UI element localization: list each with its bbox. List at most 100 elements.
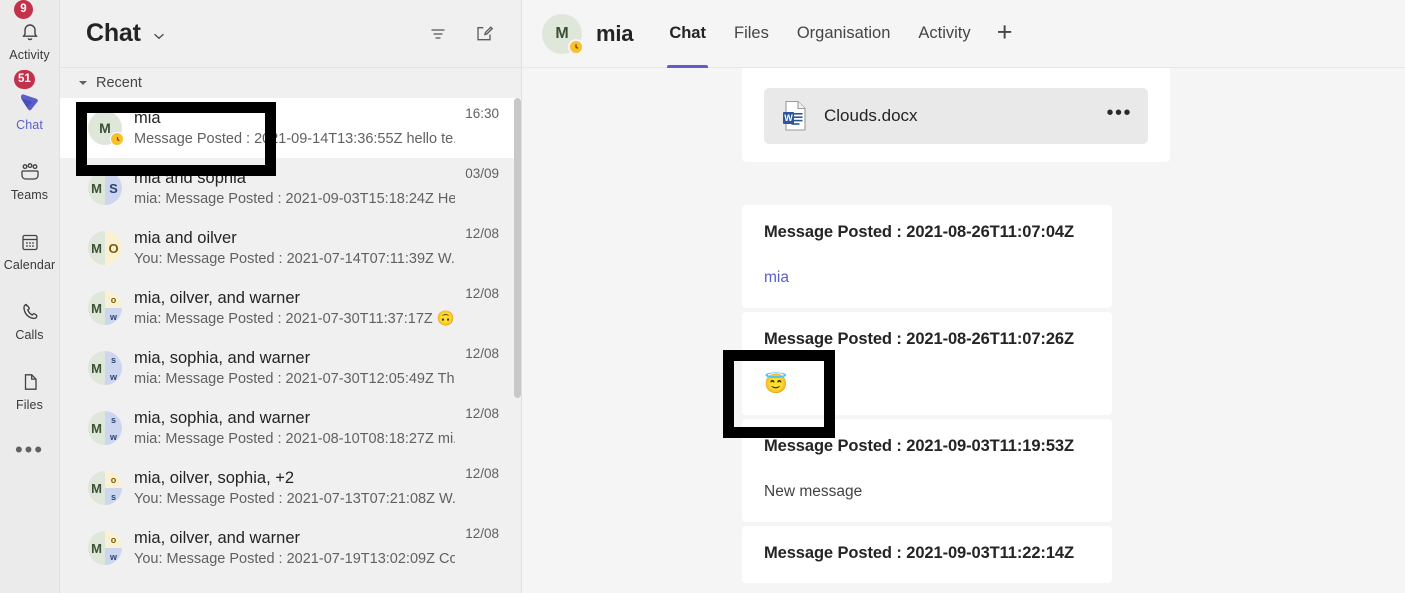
chat-item-name: mia, sophia, and warner	[134, 408, 311, 427]
avatar-initial: s	[105, 488, 122, 505]
message-timestamp: Message Posted : 2021-09-03T11:19:53Z	[764, 437, 1074, 455]
rail-item-calls[interactable]: Calls	[0, 284, 59, 354]
chat-item-preview: You: Message Posted : 2021-07-13T07:21:0…	[134, 490, 456, 507]
avatar: M o w	[88, 531, 122, 565]
message-timestamp: Message Posted : 2021-08-26T11:07:26Z	[764, 330, 1074, 348]
rail-label-files: Files	[16, 397, 43, 412]
new-chat-icon[interactable]	[471, 21, 497, 47]
avatar-initial: w	[105, 308, 122, 325]
conversation-panel: M mia Chat Files Organisation Activity +	[522, 0, 1405, 593]
recent-group-header[interactable]: Recent	[60, 68, 521, 98]
message-text: New message	[764, 483, 863, 500]
presence-away-icon	[110, 132, 124, 146]
message-timestamp: Message Posted : 2021-08-26T11:07:04Z	[764, 223, 1074, 241]
avatar: M	[542, 13, 584, 55]
avatar-initial: M	[88, 171, 105, 205]
message-card-attachment: W Clouds.docx •••	[742, 68, 1170, 162]
avatar-initial: O	[105, 231, 122, 265]
avatar-initial: w	[105, 548, 122, 565]
rail-item-teams[interactable]: Teams	[0, 144, 59, 214]
message-card-2: Message Posted : 2021-08-26T11:07:26Z 😇	[742, 312, 1112, 415]
chat-item-preview: You: Message Posted : 2021-07-19T13:02:0…	[134, 550, 456, 567]
chat-list-header: Chat	[60, 0, 521, 68]
avatar-initial: M	[88, 411, 105, 445]
chat-item-time: 12/08	[465, 286, 499, 301]
svg-text:W: W	[784, 113, 793, 123]
teams-icon	[15, 157, 45, 187]
chat-item-time: 12/08	[465, 406, 499, 421]
chat-item-preview: mia: Message Posted : 2021-07-30T12:05:4…	[134, 370, 456, 387]
caret-down-icon	[78, 78, 88, 88]
chat-item-name: mia, oilver, and warner	[134, 288, 300, 307]
conversation-header: M mia Chat Files Organisation Activity +	[522, 0, 1405, 68]
app-rail: 9 Activity 51 Chat Teams Calendar Calls …	[0, 0, 60, 593]
chat-list-item-mia-and-oilver[interactable]: M O mia and oilver You: Message Posted :…	[60, 218, 521, 278]
message-timestamp-clipped	[764, 68, 1148, 78]
message-mention-mia[interactable]: mia	[764, 268, 1090, 288]
avatar-initial: M	[88, 351, 105, 385]
chat-item-name: mia	[134, 108, 161, 127]
attachment-clouds-docx[interactable]: W Clouds.docx •••	[764, 88, 1148, 144]
avatar-initial: M	[88, 471, 105, 505]
filter-icon[interactable]	[425, 21, 451, 47]
tab-chat[interactable]: Chat	[655, 0, 720, 68]
attachment-more-options-button[interactable]: •••	[1106, 103, 1134, 123]
tab-organisation[interactable]: Organisation	[783, 0, 905, 68]
chat-list-item-mia-oilver-warner[interactable]: M o w mia, oilver, and warner mia: Messa…	[60, 278, 521, 338]
chat-item-preview: mia: Message Posted : 2021-07-30T11:37:1…	[134, 310, 455, 327]
add-tab-button[interactable]: +	[985, 0, 1025, 68]
page-title: Chat	[86, 19, 141, 47]
chat-item-name: mia, sophia, and warner	[134, 348, 311, 367]
chat-item-time: 03/09	[465, 166, 499, 181]
chat-list-item-mia-oilver-warner-2[interactable]: M o w mia, oilver, and warner You: Messa…	[60, 518, 521, 578]
tab-files[interactable]: Files	[720, 0, 783, 68]
avatar: M o w	[88, 291, 122, 325]
chat-list-scrollbar[interactable]	[514, 98, 521, 398]
chat-item-preview: Message Posted : 2021-09-14T13:36:55Z he…	[134, 130, 456, 147]
chat-item-preview: mia: Message Posted : 2021-08-10T08:18:2…	[134, 430, 456, 447]
chat-list-item-mia-and-sophia[interactable]: M S mia and sophia mia: Message Posted :…	[60, 158, 521, 218]
chat-list-item-mia-oilver-sophia-plus2[interactable]: M o s mia, oilver, sophia, +2 You: Messa…	[60, 458, 521, 518]
chat-item-name: mia, oilver, sophia, +2	[134, 468, 295, 487]
chat-list-item-mia[interactable]: M mia Message Posted : 2021-09-14T13:36:…	[60, 98, 521, 158]
message-card-3: Message Posted : 2021-09-03T11:19:53Z Ne…	[742, 419, 1112, 522]
avatar-initial: o	[105, 531, 122, 548]
chat-icon	[15, 87, 45, 117]
message-card-4: Message Posted : 2021-09-03T11:22:14Z	[742, 526, 1112, 583]
avatar: M O	[88, 231, 122, 265]
chat-list: M mia Message Posted : 2021-09-14T13:36:…	[60, 98, 521, 593]
teams-window: 9 Activity 51 Chat Teams Calendar Calls …	[0, 0, 1405, 593]
rail-label-teams: Teams	[10, 187, 49, 202]
chat-item-name: mia and sophia	[134, 168, 246, 187]
chevron-down-icon[interactable]	[151, 24, 167, 44]
chat-list-panel: Chat Recent M mia Message Posted: 2021-…	[60, 0, 522, 593]
avatar: M S	[88, 171, 122, 205]
avatar-initial: o	[105, 471, 122, 488]
chat-list-item-mia-sophia-warner-1[interactable]: M s w mia, sophia, and warner mia: Messa…	[60, 338, 521, 398]
rail-item-files[interactable]: Files	[0, 354, 59, 424]
avatar: M s w	[88, 411, 122, 445]
avatar: M	[88, 111, 124, 146]
chat-item-preview: You: Message Posted : 2021-07-14T07:11:3…	[134, 250, 456, 267]
rail-item-calendar[interactable]: Calendar	[0, 214, 59, 284]
attachment-file-name: Clouds.docx	[824, 106, 918, 125]
chat-list-item-mia-sophia-warner-2[interactable]: M s w mia, sophia, and warner mia: Messa…	[60, 398, 521, 458]
avatar: M s w	[88, 351, 122, 385]
avatar-initial: w	[105, 428, 122, 445]
rail-label-activity: Activity	[9, 47, 50, 62]
avatar-initial: M	[88, 291, 105, 325]
message-thread: W Clouds.docx ••• Message Posted : 2021-…	[522, 68, 1405, 593]
conversation-title: mia	[596, 20, 634, 46]
avatar-initial: M	[88, 531, 105, 565]
presence-away-icon	[568, 38, 584, 55]
rail-item-chat[interactable]: 51 Chat	[0, 70, 59, 144]
rail-more-button[interactable]: •••	[0, 424, 59, 484]
rail-item-activity[interactable]: 9 Activity	[0, 0, 59, 74]
message-emoji-angel: 😇	[764, 374, 788, 395]
tab-activity[interactable]: Activity	[904, 0, 984, 68]
avatar-initial: S	[105, 171, 122, 205]
calendar-icon	[15, 227, 45, 257]
chat-item-name: mia, oilver, and warner	[134, 528, 300, 547]
rail-label-calls: Calls	[15, 327, 44, 342]
message-timestamp: Message Posted : 2021-09-03T11:22:14Z	[764, 544, 1074, 562]
